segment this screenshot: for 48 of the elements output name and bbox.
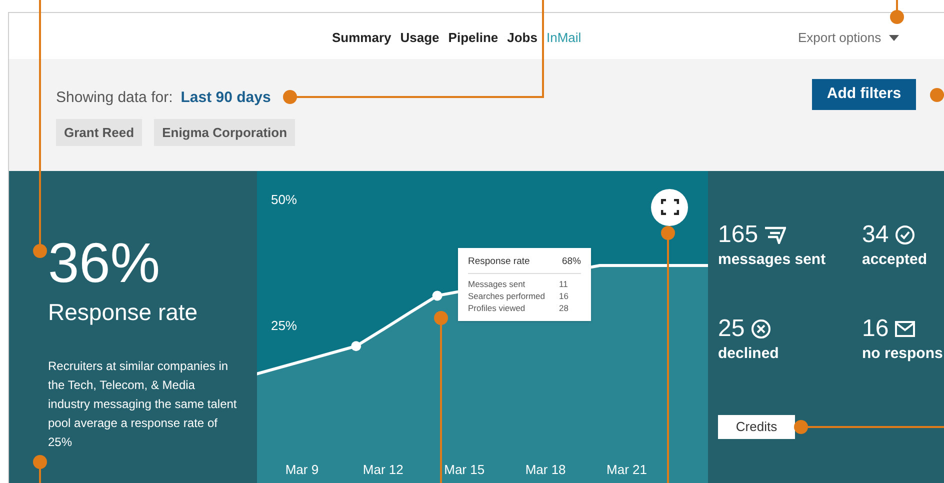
tooltip-value: 68% — [562, 254, 581, 269]
add-filters-button[interactable]: Add filters — [812, 78, 916, 110]
credits-button[interactable]: Credits — [718, 414, 795, 439]
leader-line — [33, 455, 47, 483]
stat-value: 34 — [862, 220, 889, 249]
x-circle-icon — [750, 319, 771, 340]
data-point[interactable] — [432, 290, 442, 300]
expand-icon — [660, 199, 678, 216]
stat-label: declined — [718, 344, 780, 364]
stat-value: 165 — [718, 220, 758, 249]
envelope-icon — [894, 321, 915, 338]
check-circle-icon — [894, 224, 915, 245]
stat-label: messages sent — [718, 250, 827, 270]
tooltip-value: 28 — [559, 302, 570, 314]
stat-value: 16 — [862, 315, 889, 344]
tooltip-label: Searches performed — [468, 290, 546, 302]
data-point[interactable] — [351, 340, 362, 351]
leader-line — [890, 0, 904, 24]
nav-tab[interactable]: Jobs — [507, 28, 538, 48]
stat-label: no respons — [862, 344, 944, 364]
tooltip-title: Response rate — [468, 254, 530, 269]
x-tick-label: Mar 12 — [362, 462, 404, 477]
export-options-menu[interactable]: Export options — [798, 28, 900, 48]
x-tick-label: Mar 15 — [444, 462, 485, 477]
filter-label: Showing data for: — [56, 88, 173, 108]
tooltip-label: Profiles viewed — [468, 302, 526, 314]
fullscreen-button[interactable] — [651, 188, 688, 226]
nav-tab[interactable]: Summary — [332, 28, 392, 48]
tooltip-value: 16 — [559, 290, 570, 302]
stat-value: 25 — [718, 315, 745, 344]
stat-label: accepted — [862, 250, 928, 270]
chat-icon — [764, 226, 786, 244]
filter-chip[interactable]: Enigma Corporation — [154, 118, 296, 146]
response-rate-label: Response rate — [48, 298, 199, 327]
date-range-link[interactable]: Last 90 days — [180, 86, 271, 110]
filter-chip[interactable]: Grant Reed — [56, 118, 142, 146]
benchmark-note: Recruiters at similar companies in the Tech, Telecom, & Media industry messaging the same talent pool average a response rate of 25% — [48, 358, 238, 452]
tooltip-label: Messages sent — [468, 278, 526, 290]
y-tick-label: 25% — [270, 318, 297, 333]
x-tick-label: Mar 18 — [525, 462, 566, 477]
x-tick-label: Mar 9 — [285, 462, 319, 477]
y-tick-label: 50% — [270, 192, 297, 207]
x-tick-label: Mar 21 — [606, 462, 647, 477]
caret-icon — [889, 34, 900, 41]
response-rate-value: 36% — [48, 232, 162, 293]
nav-tab[interactable]: Usage — [400, 28, 440, 48]
tooltip-value: 11 — [559, 278, 569, 290]
nav-tab[interactable]: Pipeline — [448, 28, 498, 48]
